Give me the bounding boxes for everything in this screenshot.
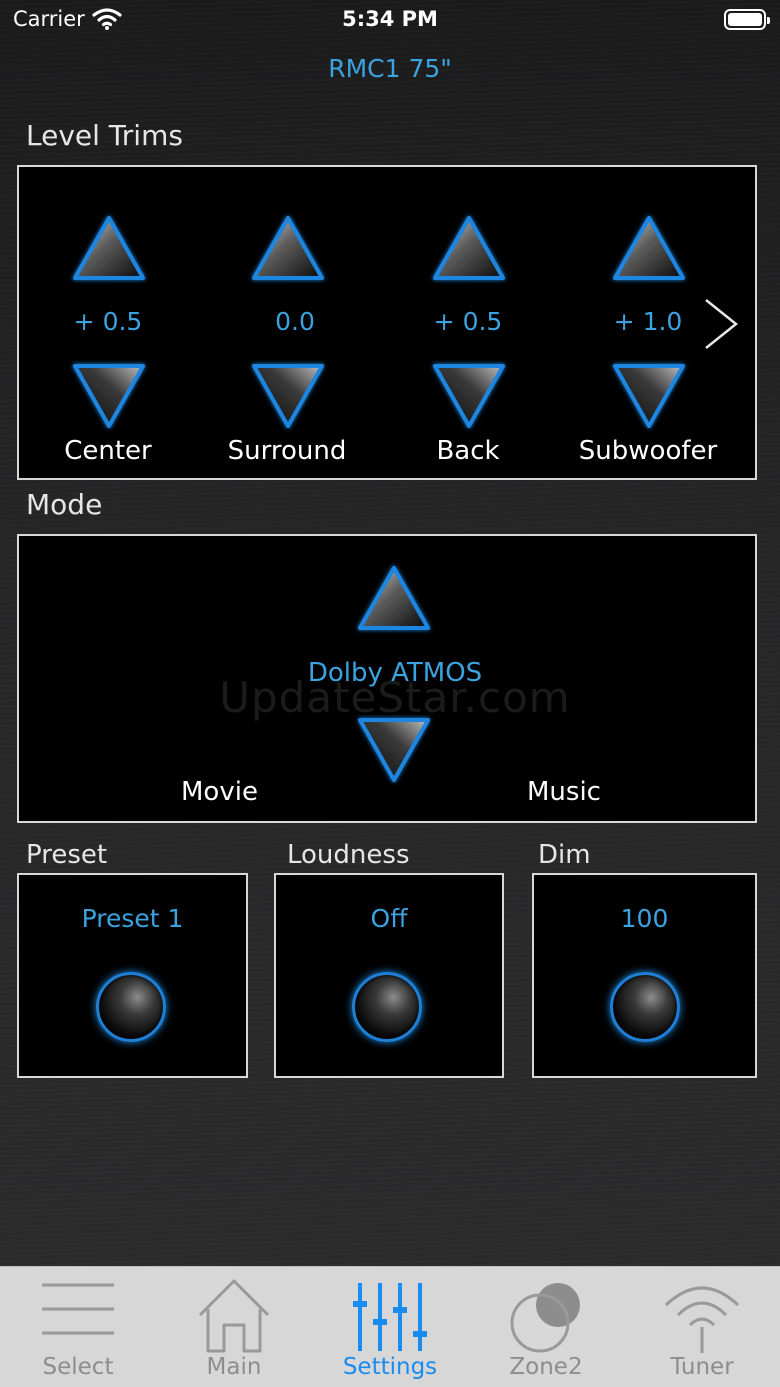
tab-zone2[interactable]: Zone2: [468, 1267, 624, 1387]
loudness-heading: Loudness: [287, 840, 410, 870]
tab-bar: Select Main Settings Zone2 Tuner: [0, 1266, 780, 1387]
status-time: 5:34 PM: [342, 7, 438, 31]
back-trim-label: Back: [436, 436, 500, 466]
tab-settings-label: Settings: [342, 1354, 438, 1380]
mode-heading: Mode: [26, 488, 103, 521]
loudness-knob-button[interactable]: [352, 972, 422, 1042]
tab-settings[interactable]: Settings: [312, 1267, 468, 1387]
preset-knob-button[interactable]: [96, 972, 166, 1042]
surround-trim-up-button[interactable]: [248, 212, 328, 284]
preset-heading: Preset: [26, 840, 108, 870]
movie-mode-button[interactable]: Movie: [181, 777, 258, 807]
list-icon: [42, 1283, 114, 1335]
radio-signal-icon: [664, 1286, 740, 1353]
dim-value: 100: [620, 904, 669, 933]
back-trim-value: + 0.5: [433, 307, 503, 336]
preset-value: Preset 1: [81, 904, 184, 933]
surround-trim-value: 0.0: [275, 307, 315, 336]
center-trim-up-button[interactable]: [69, 212, 149, 284]
chevron-right-icon[interactable]: [700, 298, 740, 350]
zone-circles-icon: [510, 1283, 580, 1353]
back-trim-up-button[interactable]: [429, 212, 509, 284]
music-mode-button[interactable]: Music: [527, 777, 601, 807]
surround-trim-down-button[interactable]: [248, 360, 328, 432]
tab-main[interactable]: Main: [156, 1267, 312, 1387]
tab-select-label: Select: [42, 1354, 114, 1380]
status-bar: Carrier 5:34 PM: [0, 0, 780, 40]
sliders-icon: [353, 1283, 427, 1351]
device-title[interactable]: RMC1 75": [0, 54, 780, 83]
mode-up-button[interactable]: [354, 562, 434, 634]
subwoofer-trim-label: Subwoofer: [578, 436, 718, 466]
center-trim-label: Center: [64, 436, 152, 466]
dim-knob-button[interactable]: [610, 972, 680, 1042]
level-trims-heading: Level Trims: [26, 119, 183, 152]
subwoofer-trim-up-button[interactable]: [609, 212, 689, 284]
tab-tuner-label: Tuner: [670, 1354, 734, 1380]
center-trim-value: + 0.5: [73, 307, 143, 336]
surround-trim-label: Surround: [227, 436, 347, 466]
tab-zone2-label: Zone2: [509, 1354, 583, 1380]
back-trim-down-button[interactable]: [429, 360, 509, 432]
tab-main-label: Main: [206, 1354, 262, 1380]
subwoofer-trim-down-button[interactable]: [609, 360, 689, 432]
home-icon: [198, 1279, 270, 1353]
tab-tuner[interactable]: Tuner: [624, 1267, 780, 1387]
dim-heading: Dim: [538, 840, 591, 870]
mode-down-button[interactable]: [354, 714, 434, 786]
center-trim-down-button[interactable]: [69, 360, 149, 432]
battery-icon: [724, 9, 770, 30]
mode-value: Dolby ATMOS: [307, 658, 483, 688]
tab-select[interactable]: Select: [0, 1267, 156, 1387]
loudness-value: Off: [370, 904, 408, 933]
